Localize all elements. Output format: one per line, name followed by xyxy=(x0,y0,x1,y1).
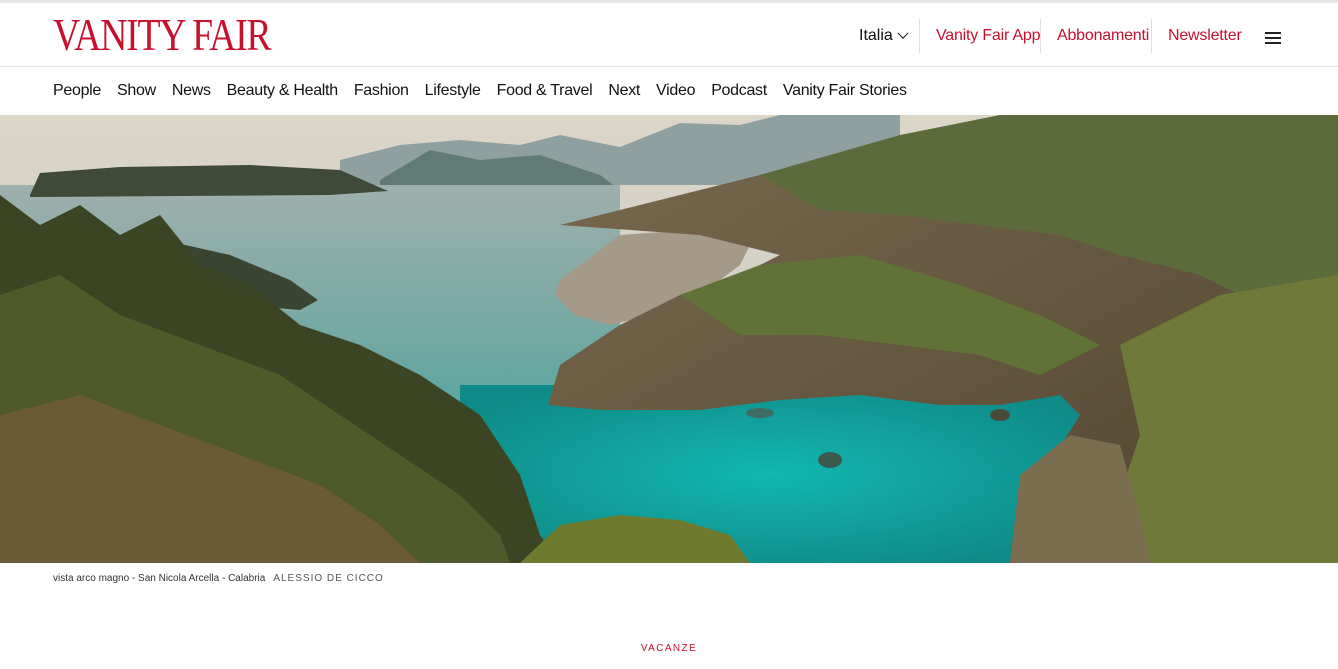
article-category-kicker[interactable]: VACANZE xyxy=(0,643,1338,654)
header-divider xyxy=(919,19,920,53)
main-nav: People Show News Beauty & Health Fashion… xyxy=(53,82,907,104)
nav-item-lifestyle[interactable]: Lifestyle xyxy=(425,82,481,104)
nav-item-show[interactable]: Show xyxy=(117,82,156,104)
hero-caption: vista arco magno - San Nicola Arcella - … xyxy=(53,573,384,584)
nav-item-video[interactable]: Video xyxy=(656,82,695,104)
nav-item-next[interactable]: Next xyxy=(608,82,640,104)
nav-item-podcast[interactable]: Podcast xyxy=(711,82,767,104)
edition-label: Italia xyxy=(859,27,893,44)
site-header: VANITY FAIR Italia Vanity Fair App Abbon… xyxy=(0,3,1338,67)
nav-item-news[interactable]: News xyxy=(172,82,211,104)
photo-credit: ALESSIO DE CICCO xyxy=(273,573,384,584)
nav-item-vanity-fair-stories[interactable]: Vanity Fair Stories xyxy=(783,82,907,104)
chevron-down-icon xyxy=(897,27,909,39)
header-divider xyxy=(1040,19,1041,53)
nav-item-beauty-health[interactable]: Beauty & Health xyxy=(227,82,338,104)
header-divider xyxy=(1151,19,1152,53)
nav-item-fashion[interactable]: Fashion xyxy=(354,82,409,104)
vanity-fair-logo[interactable]: VANITY FAIR xyxy=(53,12,272,58)
caption-text: vista arco magno - San Nicola Arcella - … xyxy=(53,573,266,584)
newsletter-link[interactable]: Newsletter xyxy=(1168,27,1242,45)
hamburger-menu-icon[interactable] xyxy=(1265,32,1281,44)
hero-image xyxy=(0,115,1338,563)
nav-item-people[interactable]: People xyxy=(53,82,101,104)
edition-selector[interactable]: Italia xyxy=(859,27,909,45)
nav-item-food-travel[interactable]: Food & Travel xyxy=(497,82,593,104)
abbonamenti-link[interactable]: Abbonamenti xyxy=(1057,27,1149,45)
vanity-fair-app-link[interactable]: Vanity Fair App xyxy=(936,27,1041,45)
